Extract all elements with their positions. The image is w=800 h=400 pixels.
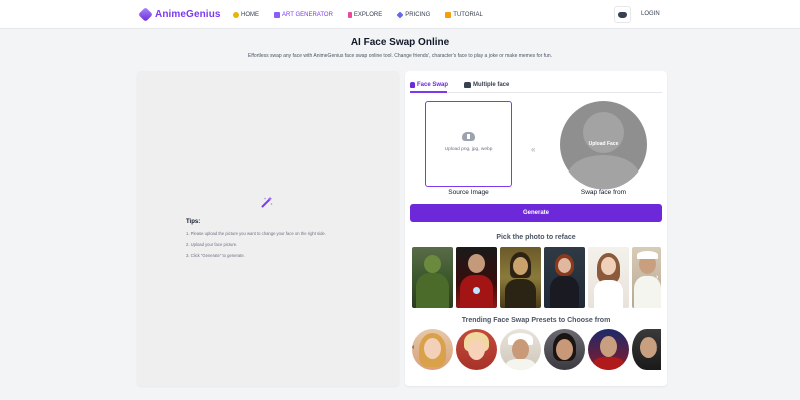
nav-tutorial-label: TUTORIAL bbox=[453, 12, 483, 18]
result-preview-panel bbox=[137, 71, 399, 386]
nav-explore-label: EXPLORE bbox=[353, 12, 383, 18]
preset-avatar[interactable] bbox=[588, 329, 629, 370]
logo[interactable]: AnimeGenius bbox=[138, 6, 221, 23]
tip-item: 1. Please upload the picture you want to… bbox=[186, 231, 326, 236]
reference-photo[interactable] bbox=[412, 247, 453, 308]
tab-bar: Face Swap Multiple face bbox=[410, 78, 662, 93]
source-image-upload[interactable] bbox=[425, 101, 512, 187]
user-icon bbox=[410, 82, 415, 88]
reference-next-button[interactable]: › bbox=[656, 274, 658, 281]
nav-pricing[interactable]: PRICING bbox=[396, 10, 431, 20]
magic-wand-icon bbox=[261, 196, 273, 208]
discord-icon bbox=[618, 11, 627, 18]
reference-photo[interactable] bbox=[544, 247, 585, 308]
source-upload-hint: Upload png, jpg, webp bbox=[444, 147, 493, 152]
main-nav: HOME ART GENERATOR EXPLORE PRICING TUTOR… bbox=[233, 10, 498, 20]
nav-tutorial[interactable]: TUTORIAL bbox=[445, 10, 483, 20]
logo-text: AnimeGenius bbox=[155, 9, 221, 20]
nav-home[interactable]: HOME bbox=[233, 10, 259, 20]
upload-arrow-icon bbox=[467, 134, 470, 139]
nav-explore[interactable]: EXPLORE bbox=[347, 10, 383, 20]
swap-face-label: Swap face from bbox=[580, 189, 627, 196]
preset-avatar[interactable] bbox=[544, 329, 585, 370]
explore-icon bbox=[347, 12, 352, 18]
page-title: AI Face Swap Online bbox=[350, 37, 450, 48]
presets-title: Trending Face Swap Presets to Choose fro… bbox=[461, 317, 611, 324]
face-upload-hint: Upload Face bbox=[588, 141, 619, 147]
top-navbar: AnimeGenius HOME ART GENERATOR EXPLORE P… bbox=[0, 0, 800, 29]
reference-photos-title: Pick the photo to reface bbox=[496, 234, 576, 241]
logo-icon bbox=[138, 7, 153, 22]
presets-next-button[interactable]: › bbox=[656, 344, 658, 351]
tips-title: Tips: bbox=[186, 219, 201, 225]
reference-photo[interactable] bbox=[456, 247, 497, 308]
reference-photo[interactable] bbox=[588, 247, 629, 308]
login-button[interactable]: LOGIN bbox=[641, 11, 660, 17]
discord-button[interactable] bbox=[614, 6, 631, 23]
home-icon bbox=[233, 12, 239, 18]
source-image-label: Source Image bbox=[448, 189, 489, 196]
tutorial-icon bbox=[445, 12, 452, 18]
nav-art-generator-label: ART GENERATOR bbox=[282, 12, 333, 18]
reference-photo[interactable] bbox=[500, 247, 541, 308]
preset-avatar[interactable] bbox=[412, 329, 453, 370]
tab-multiple-face[interactable]: Multiple face bbox=[464, 80, 509, 90]
tip-item: 3. Click "Generate" to generate. bbox=[186, 253, 245, 258]
art-generator-icon bbox=[274, 12, 280, 18]
users-icon bbox=[464, 82, 471, 88]
active-tab-indicator bbox=[410, 91, 447, 93]
preset-avatar[interactable] bbox=[500, 329, 541, 370]
presets-prev-button[interactable]: ‹ bbox=[412, 344, 414, 351]
nav-home-label: HOME bbox=[241, 12, 259, 18]
nav-pricing-label: PRICING bbox=[405, 12, 431, 18]
nav-art-generator[interactable]: ART GENERATOR bbox=[274, 10, 333, 20]
tab-face-swap[interactable]: Face Swap bbox=[410, 80, 448, 90]
tip-item: 2. Upload your face picture. bbox=[186, 242, 238, 247]
pricing-icon bbox=[396, 11, 404, 19]
page-subtitle: Effortless swap any face with AnimeGeniu… bbox=[247, 53, 553, 59]
tab-multiple-face-label: Multiple face bbox=[473, 82, 510, 88]
preset-avatar[interactable] bbox=[456, 329, 497, 370]
swap-arrows-icon: « bbox=[531, 145, 536, 154]
generate-button[interactable]: Generate bbox=[410, 204, 662, 222]
tab-face-swap-label: Face Swap bbox=[417, 82, 449, 88]
